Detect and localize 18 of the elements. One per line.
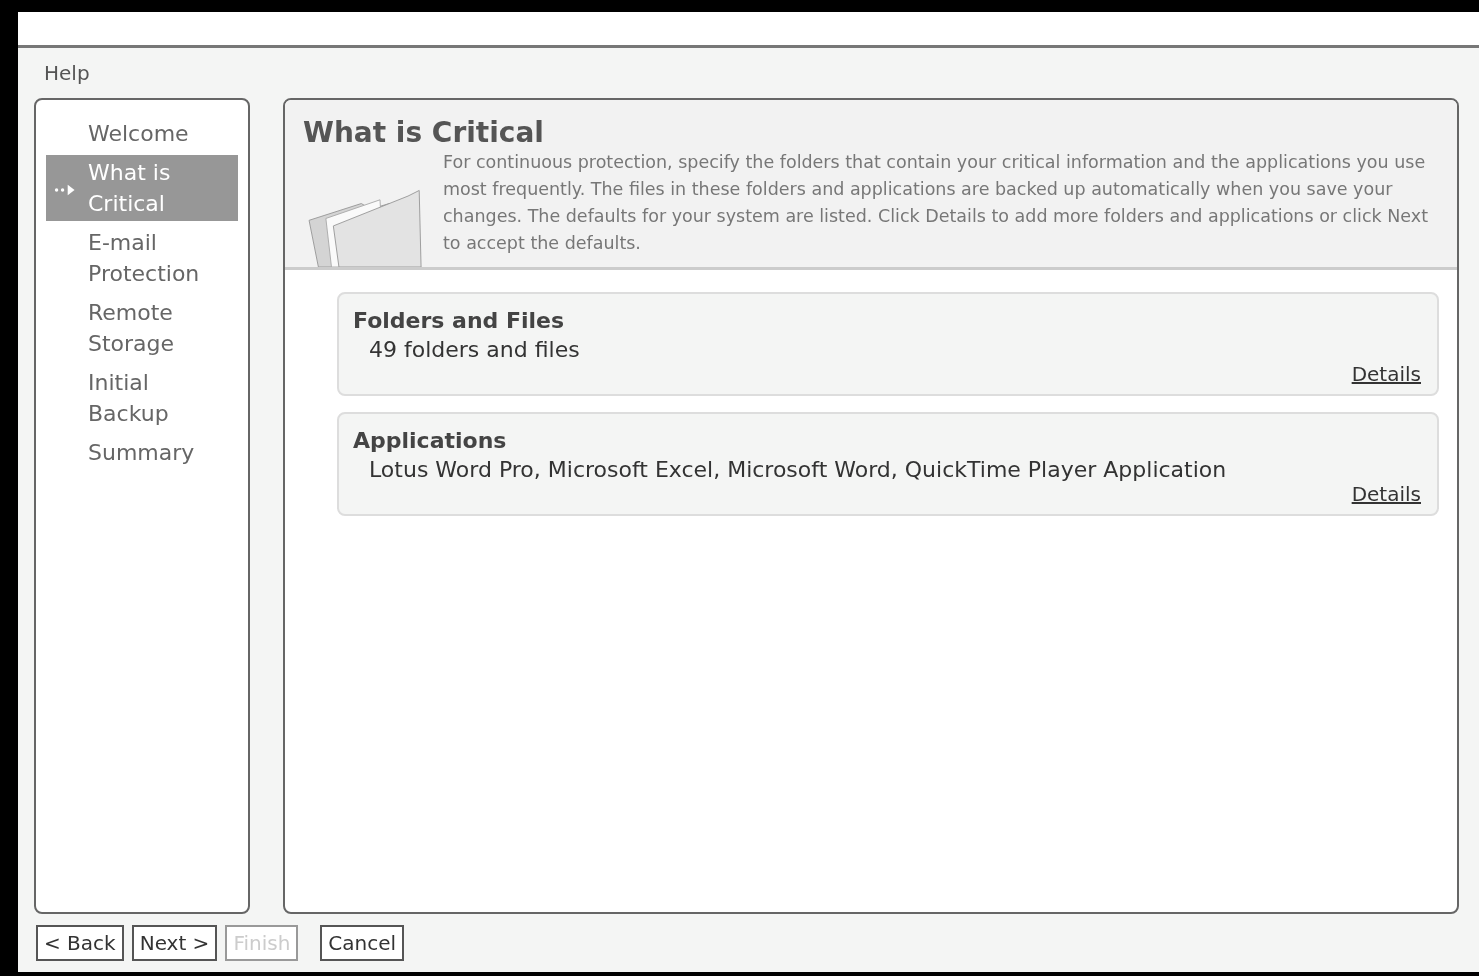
wizard-button[interactable]: Cancel <box>320 925 405 961</box>
section-summary: Lotus Word Pro, Microsoft Excel, Microsoft Word, QuickTime Player Application <box>368 457 1228 482</box>
step-item[interactable]: Summary <box>46 435 238 470</box>
details-link[interactable]: Details <box>1351 482 1421 506</box>
section-title: Applications <box>353 428 508 453</box>
menu-item[interactable]: Help <box>44 61 90 85</box>
step-item[interactable]: Remote Storage <box>46 295 238 361</box>
details-link[interactable]: Details <box>1351 362 1421 386</box>
step-item[interactable]: What is Critical <box>46 155 238 221</box>
page-title: What is Critical <box>303 116 545 149</box>
step-item[interactable]: Initial Backup <box>46 365 238 431</box>
step-item[interactable]: E-mail Protection <box>46 225 238 291</box>
step-item[interactable]: Welcome <box>46 116 238 151</box>
section-title: Folders and Files <box>353 308 566 333</box>
wizard-button[interactable]: Next > <box>131 925 218 961</box>
wizard-button[interactable]: < Back <box>36 925 124 961</box>
section-summary: 49 folders and files <box>368 337 581 362</box>
description-text: For continuous protection, specify the folders that contain your critical information and the applications you use most frequently. The files in these folders and applications are backed up automatically when you save your changes. The defaults for your system are listed. Click Details to add more folders and applications or click Next to accept the defaults. <box>443 151 1430 255</box>
